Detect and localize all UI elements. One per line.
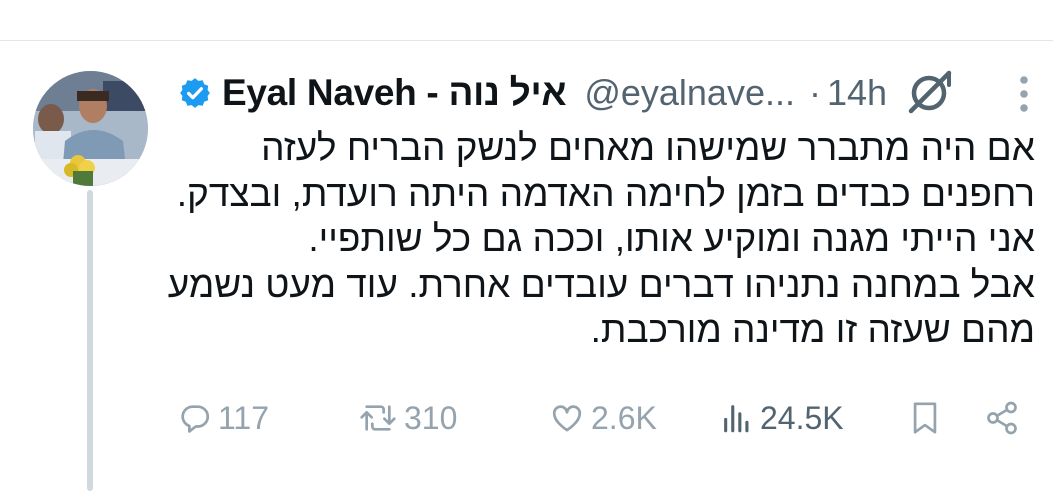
retweet-icon [360, 405, 396, 431]
avatar-photo [33, 71, 148, 186]
reply-icon [181, 405, 210, 433]
tweet-text-line: רחפנים כבדים בזמן לחימה האדמה היתה רועדת… [176, 172, 1035, 214]
view-count: 24.5K [760, 399, 844, 436]
grok-icon[interactable] [903, 65, 957, 119]
verified-badge-icon [180, 78, 210, 108]
tweet-text: אם היה מתברר שמישהו מאחים לנשק הבריח לעז… [165, 125, 1035, 353]
more-options-icon[interactable] [1006, 70, 1042, 118]
reply-count: 117 [218, 399, 270, 436]
separator-dot: · [808, 72, 821, 113]
views-button[interactable]: 24.5K [720, 390, 844, 446]
bookmark-button[interactable] [908, 390, 942, 446]
bookmark-icon [913, 402, 937, 434]
share-button[interactable] [984, 390, 1020, 446]
share-icon [987, 401, 1017, 435]
top-divider [0, 40, 1053, 41]
like-button[interactable]: 2.6K [549, 390, 657, 446]
tweet-text-line: אבל במחנה נתניהו דברים עובדים אחרת. עוד … [167, 263, 1035, 305]
views-icon [724, 405, 749, 433]
timestamp[interactable]: 14h [827, 72, 887, 114]
retweet-button[interactable]: 310 [358, 390, 457, 446]
user-handle[interactable]: @eyalnave... [584, 72, 795, 114]
tweet-text-line: אם היה מתברר שמישהו מאחים לנשק הבריח לעז… [261, 127, 1035, 168]
heart-icon [552, 405, 582, 432]
retweet-count: 310 [404, 399, 458, 436]
reply-button[interactable]: 117 [178, 390, 269, 446]
avatar[interactable] [33, 71, 148, 186]
like-count: 2.6K [591, 399, 657, 436]
action-bar: 117 310 2.6K 24.5K [0, 390, 1053, 446]
tweet-text-line: אני הייתי מגנה ומוקיע אותו, וככה גם כל ש… [308, 218, 1035, 259]
display-name[interactable]: Eyal Naveh - איל נוה [222, 72, 567, 114]
tweet-text-line: מהם שעזה זו מדינה מורכבת. [590, 309, 1035, 350]
tweet-header: Eyal Naveh - איל נוה @eyalnave... · 14h [178, 68, 887, 118]
